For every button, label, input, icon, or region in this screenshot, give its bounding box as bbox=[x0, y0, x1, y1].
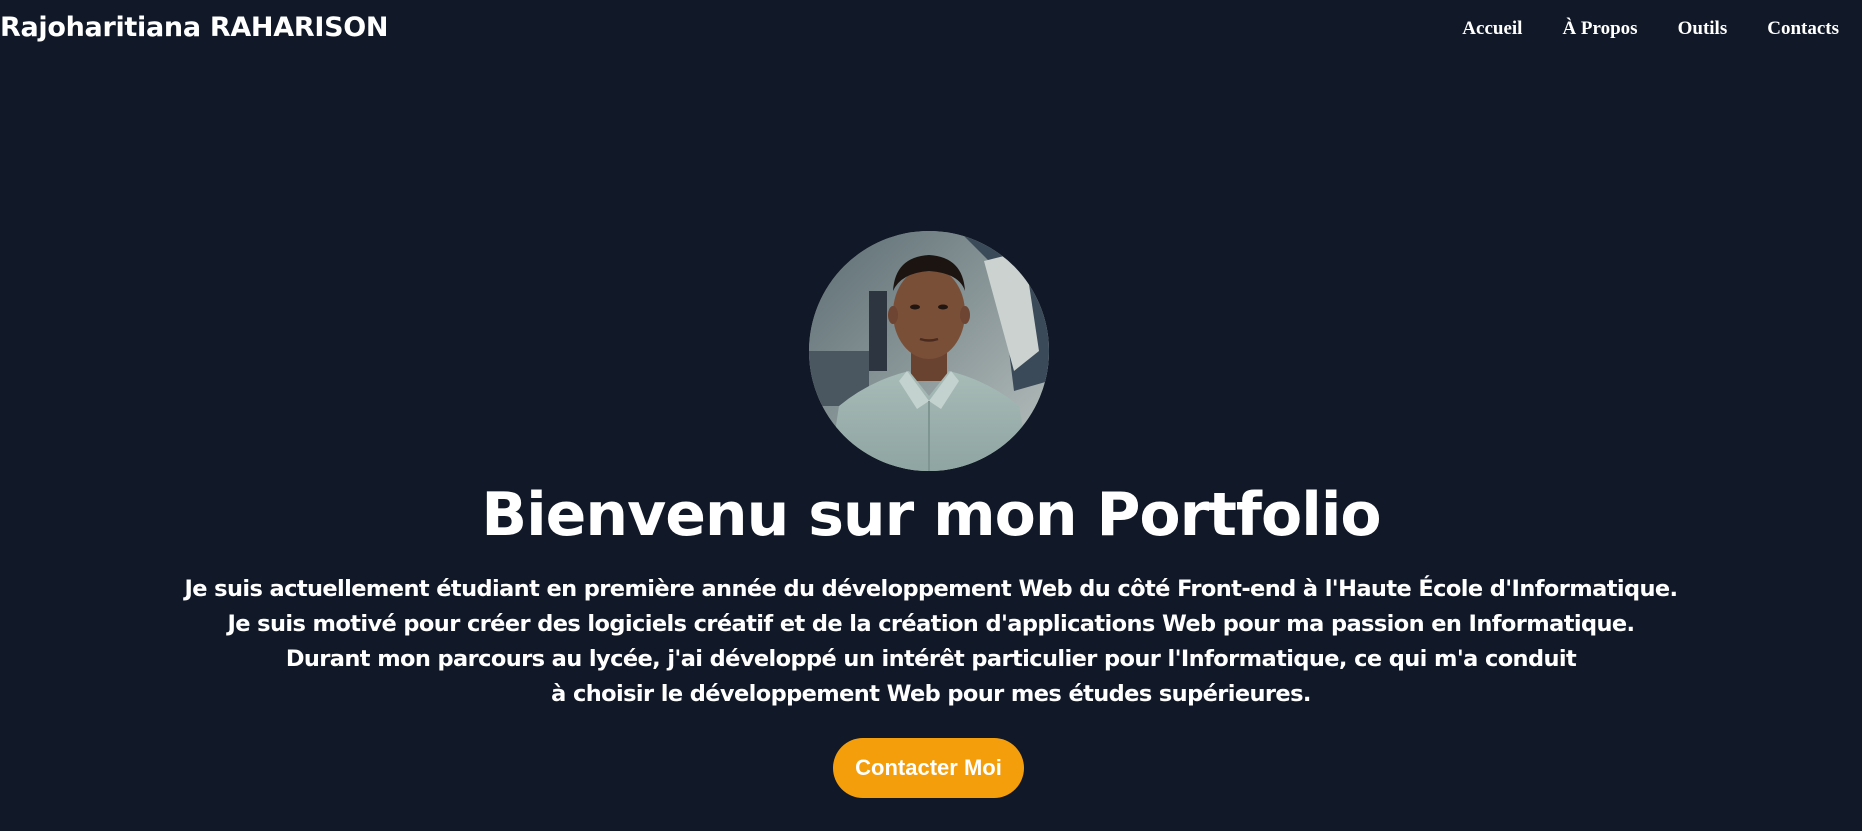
site-brand[interactable]: Rajoharitiana RAHARISON bbox=[0, 12, 388, 43]
contact-me-button[interactable]: Contacter Moi bbox=[833, 738, 1024, 798]
hero-title: Bienvenu sur mon Portfolio bbox=[481, 480, 1381, 550]
hero-description-line: Je suis actuellement étudiant en premièr… bbox=[184, 576, 1678, 602]
profile-photo bbox=[809, 231, 1049, 471]
hero-description-line: Durant mon parcours au lycée, j'ai dével… bbox=[285, 646, 1577, 672]
hero-description: Je suis actuellement étudiant en premièr… bbox=[0, 572, 1862, 712]
profile-photo-illustration bbox=[809, 231, 1049, 471]
hero-description-line: Je suis motivé pour créer des logiciels … bbox=[227, 611, 1635, 637]
nav-link-a-propos[interactable]: À Propos bbox=[1562, 18, 1637, 40]
navbar: Rajoharitiana RAHARISON Accueil À Propos… bbox=[0, 0, 1862, 60]
nav-link-outils[interactable]: Outils bbox=[1678, 18, 1728, 40]
nav-link-contacts[interactable]: Contacts bbox=[1767, 18, 1839, 40]
hero-description-line: à choisir le développement Web pour mes … bbox=[551, 681, 1311, 707]
nav-menu: Accueil À Propos Outils Contacts bbox=[1422, 18, 1839, 40]
nav-link-accueil[interactable]: Accueil bbox=[1462, 18, 1522, 40]
